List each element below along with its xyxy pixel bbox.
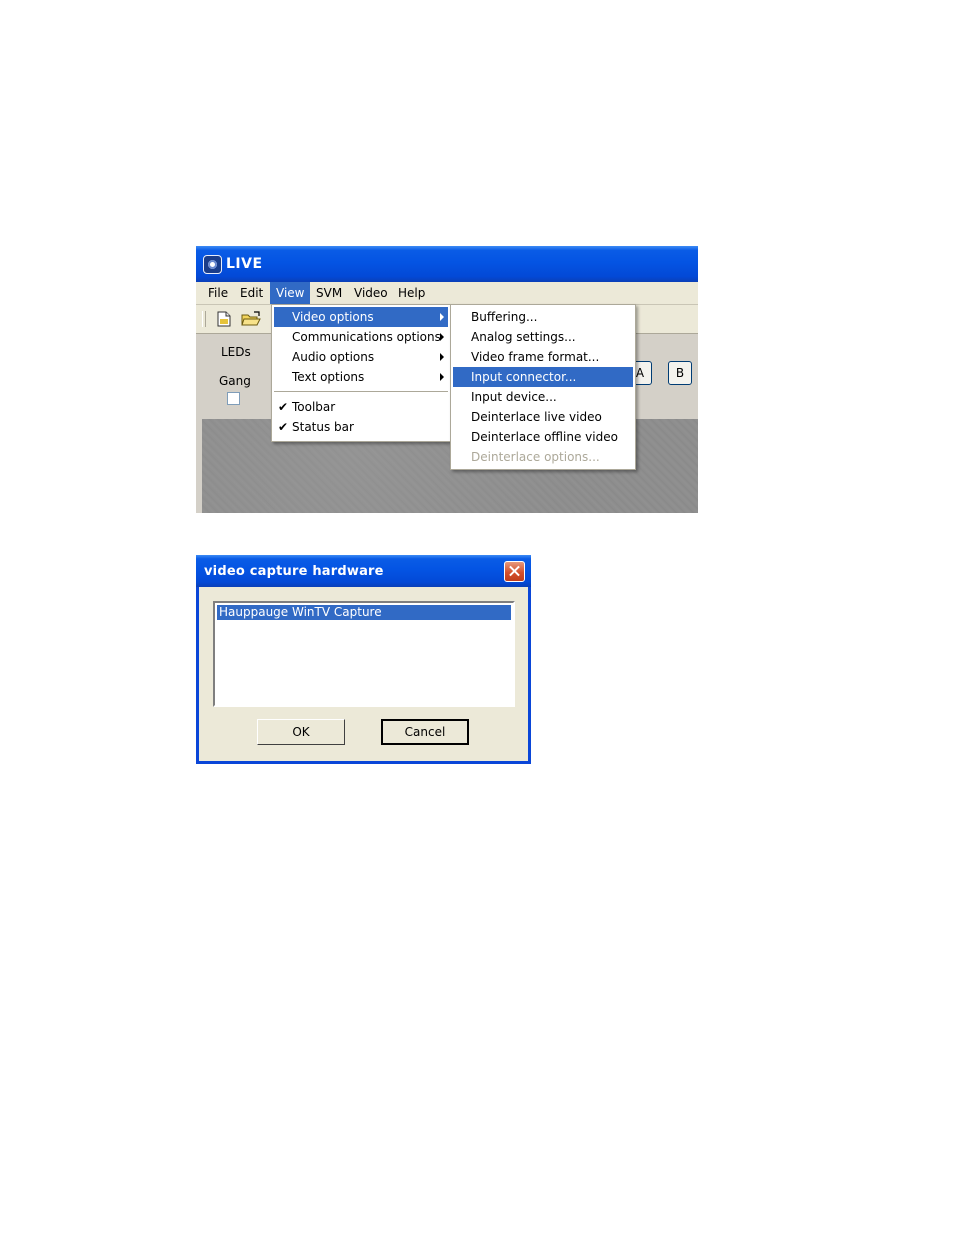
list-item[interactable]: Hauppauge WinTV Capture bbox=[217, 605, 511, 620]
menu-separator bbox=[274, 391, 448, 392]
menu-item-video-frame-format[interactable]: Video frame format... bbox=[453, 347, 633, 367]
menu-item-communications-options[interactable]: Communications options bbox=[274, 327, 448, 347]
menu-item-label: Text options bbox=[292, 370, 365, 384]
gang-checkbox[interactable] bbox=[227, 392, 240, 405]
menu-item-audio-options[interactable]: Audio options bbox=[274, 347, 448, 367]
submenu-arrow-icon bbox=[440, 373, 444, 381]
menu-item-deinterlace-options: Deinterlace options... bbox=[471, 450, 600, 464]
menu-edit[interactable]: Edit bbox=[234, 282, 269, 304]
menu-item-input-connector[interactable]: Input connector... bbox=[453, 367, 633, 387]
app-icon bbox=[203, 255, 222, 274]
title-bar[interactable]: LIVE bbox=[196, 246, 698, 282]
menu-item-label: Status bar bbox=[292, 420, 354, 434]
submenu-arrow-icon bbox=[440, 333, 444, 341]
menu-item-text-options[interactable]: Text options bbox=[274, 367, 448, 387]
checkmark-icon: ✔ bbox=[278, 400, 289, 414]
menu-item-label: Communications options bbox=[292, 330, 441, 344]
menu-item-buffering[interactable]: Buffering... bbox=[453, 307, 633, 327]
submenu-arrow-icon bbox=[440, 313, 444, 321]
menu-view[interactable]: View bbox=[270, 282, 311, 304]
cancel-button[interactable]: Cancel bbox=[381, 719, 469, 745]
menu-item-label: Audio options bbox=[292, 350, 375, 364]
dialog-title-bar[interactable]: video capture hardware bbox=[196, 555, 531, 587]
gang-label: Gang bbox=[219, 374, 251, 388]
hardware-listbox[interactable]: Hauppauge WinTV Capture bbox=[213, 601, 515, 707]
menu-svm[interactable]: SVM bbox=[310, 282, 348, 304]
button-b[interactable]: B bbox=[668, 361, 692, 385]
video-options-submenu: Buffering... Analog settings... Video fr… bbox=[450, 304, 636, 470]
menu-item-label: Toolbar bbox=[292, 400, 336, 414]
dialog-client-area: Hauppauge WinTV Capture OK Cancel bbox=[199, 587, 528, 761]
menu-item-label: Video options bbox=[292, 310, 374, 324]
menu-item-status-bar[interactable]: ✔ Status bar bbox=[274, 417, 448, 437]
dialog-title: video capture hardware bbox=[204, 564, 384, 579]
menu-item-toolbar[interactable]: ✔ Toolbar bbox=[274, 397, 448, 417]
open-folder-icon[interactable] bbox=[240, 310, 261, 328]
video-capture-hardware-dialog: video capture hardware Hauppauge WinTV C… bbox=[196, 555, 531, 764]
view-menu: Video options Communications options Aud… bbox=[271, 304, 451, 442]
menu-file[interactable]: File bbox=[202, 282, 234, 304]
close-icon[interactable] bbox=[504, 561, 525, 582]
new-file-icon[interactable] bbox=[214, 310, 234, 328]
submenu-arrow-icon bbox=[440, 353, 444, 361]
menu-bar: File Edit View SVM Video Help bbox=[196, 282, 698, 305]
checkmark-icon: ✔ bbox=[278, 420, 289, 434]
menu-item-deinterlace-offline-video[interactable]: Deinterlace offline video bbox=[453, 427, 633, 447]
menu-video[interactable]: Video bbox=[348, 282, 394, 304]
live-main-window: LIVE File Edit View SVM Video Help LEDs bbox=[196, 246, 698, 513]
ok-button[interactable]: OK bbox=[257, 719, 345, 745]
menu-item-analog-settings[interactable]: Analog settings... bbox=[453, 327, 633, 347]
menu-item-deinterlace-live-video[interactable]: Deinterlace live video bbox=[453, 407, 633, 427]
menu-item-input-device[interactable]: Input device... bbox=[453, 387, 633, 407]
menu-item-video-options[interactable]: Video options bbox=[274, 307, 448, 327]
leds-label: LEDs bbox=[221, 345, 251, 359]
window-title: LIVE bbox=[226, 256, 263, 272]
toolbar-grip[interactable] bbox=[202, 311, 206, 327]
menu-help[interactable]: Help bbox=[392, 282, 431, 304]
